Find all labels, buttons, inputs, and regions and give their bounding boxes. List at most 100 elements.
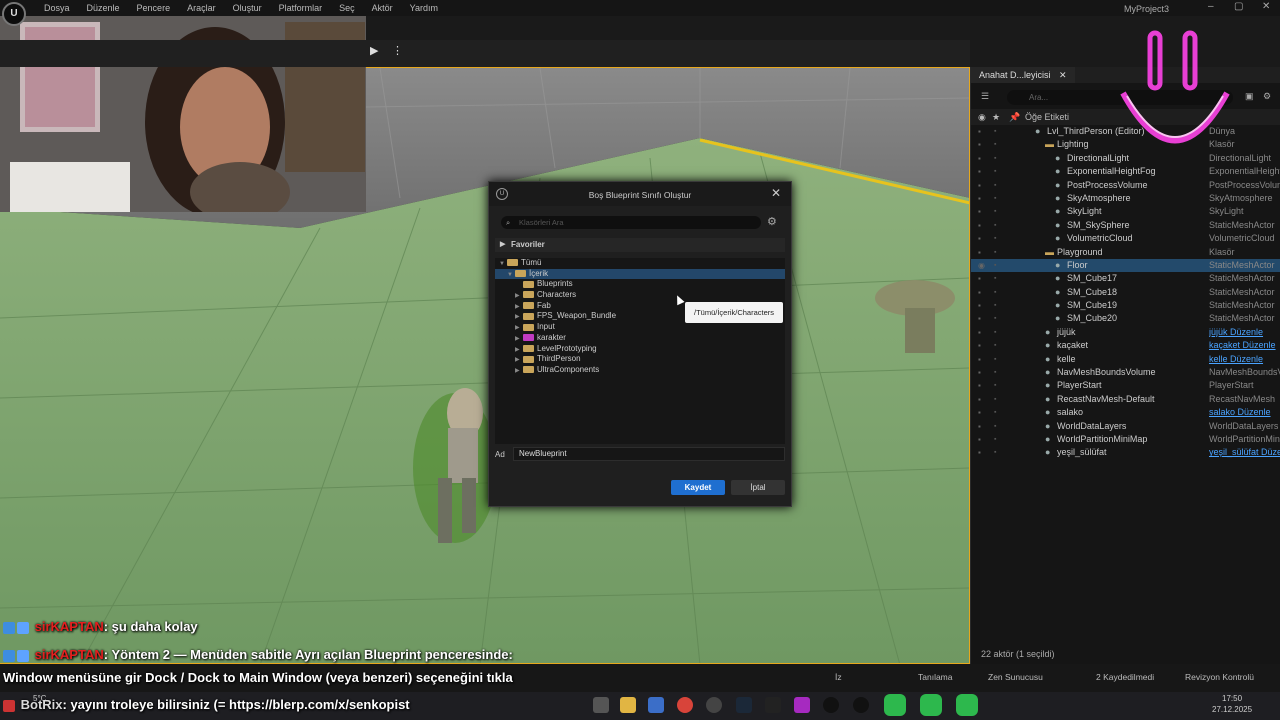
chevron-right-icon[interactable]: ▶ (515, 366, 523, 377)
folder-search-input[interactable]: ⌕ Klasörleri Ara (501, 216, 761, 229)
settings-icon[interactable]: ⚙ (1263, 91, 1271, 102)
pin-icon[interactable]: ▪ (994, 192, 996, 205)
settings-icon[interactable]: ⚙ (767, 215, 777, 228)
pin-icon[interactable]: ▪ (994, 205, 996, 218)
visibility-icon[interactable]: ▪ (978, 406, 981, 419)
outliner-row[interactable]: ▪ ▪ ● RecastNavMesh-Default RecastNavMesh (971, 393, 1280, 406)
outliner-row[interactable]: ▪ ▪ ● SM_Cube18 StaticMeshActor (971, 286, 1280, 299)
steam-icon[interactable] (736, 697, 752, 713)
zen-server-button[interactable]: Zen Sunucusu (988, 672, 1043, 682)
folder-tree-item[interactable]: ▼ Tümü (495, 258, 785, 269)
pin-icon[interactable]: ▪ (994, 125, 996, 138)
outliner-row[interactable]: ▪ ▪ ● WorldDataLayers WorldDataLayers (971, 420, 1280, 433)
unsaved-button[interactable]: 2 Kaydedilmedi (1096, 672, 1154, 682)
visibility-icon[interactable]: ◉ (978, 259, 985, 272)
outliner-tab[interactable]: Anahat D...leyicisi ✕ (971, 67, 1075, 83)
unreal-logo-icon[interactable]: U (2, 2, 26, 26)
pin-icon[interactable]: ▪ (994, 379, 996, 392)
menu-window[interactable]: Pencere (137, 3, 171, 13)
outliner-row[interactable]: ▪ ▪ ● WorldPartitionMiniMap WorldPartitionMi… (971, 433, 1280, 446)
visibility-icon[interactable]: ▪ (978, 339, 981, 352)
visibility-icon[interactable]: ▪ (978, 286, 981, 299)
name-input[interactable]: NewBlueprint (513, 447, 785, 461)
folder-tree-item[interactable]: ▶ Input (495, 322, 785, 333)
visibility-icon[interactable]: ▪ (978, 125, 981, 138)
pin-icon[interactable]: ▪ (994, 446, 996, 459)
pin-icon[interactable]: ▪ (994, 406, 996, 419)
explorer-icon[interactable] (620, 697, 636, 713)
visibility-icon[interactable]: ▪ (978, 152, 981, 165)
close-button[interactable]: ✕ (1262, 1, 1270, 12)
folder-tree-item[interactable]: ▶ ThirdPerson (495, 354, 785, 365)
outliner-row[interactable]: ▪ ▪ ● kaçaket kaçaket Düzenle (971, 339, 1280, 352)
outliner-row[interactable]: ▪ ▪ ● SkyAtmosphere SkyAtmosphere (971, 192, 1280, 205)
outliner-row[interactable]: ▪ ▪ ● SM_Cube17 StaticMeshActor (971, 272, 1280, 285)
outliner-row[interactable]: ▪ ▪ ● jüjük jüjük Düzenle (971, 326, 1280, 339)
outliner-row[interactable]: ▪ ▪ ● NavMeshBoundsVolume NavMeshBoundsVo (971, 366, 1280, 379)
outliner-row[interactable]: ▪ ▪ ● PlayerStart PlayerStart (971, 379, 1280, 392)
minimize-button[interactable]: – (1208, 1, 1214, 12)
menu-file[interactable]: Dosya (44, 3, 70, 13)
tab-close-icon[interactable]: ✕ (1059, 70, 1067, 80)
pin-icon[interactable]: ▪ (994, 272, 996, 285)
pin-icon[interactable]: 📌 (1009, 109, 1020, 125)
menu-help[interactable]: Yardım (410, 3, 438, 13)
pin-icon[interactable]: ▪ (994, 312, 996, 325)
pin-icon[interactable]: ▪ (994, 219, 996, 232)
pin-icon[interactable]: ▪ (994, 259, 996, 272)
outliner-row[interactable]: ▪ ▪ ● salako salako Düzenle (971, 406, 1280, 419)
outliner-row[interactable]: ▪ ▪ ● yeşil_sülüfat yeşil_sülüfat Düzen (971, 446, 1280, 459)
folder-tree-item[interactable]: ▶ karakter (495, 333, 785, 344)
pin-icon[interactable]: ▪ (994, 232, 996, 245)
menu-build[interactable]: Oluştur (233, 3, 262, 13)
outliner-row-type[interactable]: kaçaket Düzenle (1209, 339, 1280, 352)
pin-icon[interactable]: ▪ (994, 393, 996, 406)
visibility-icon[interactable]: ▪ (978, 138, 981, 151)
outliner-row[interactable]: ▪ ▪ ● ExponentialHeightFog ExponentialHeight (971, 165, 1280, 178)
visibility-icon[interactable]: ▪ (978, 299, 981, 312)
visibility-icon[interactable]: ▪ (978, 326, 981, 339)
outliner-row[interactable]: ▪ ▪ ● PostProcessVolume PostProcessVolum (971, 179, 1280, 192)
maximize-button[interactable]: ▢ (1234, 1, 1243, 12)
favorites-header[interactable]: ▶ Favoriler (495, 238, 785, 252)
pin-icon[interactable]: ▪ (994, 138, 996, 151)
menu-edit[interactable]: Düzenle (87, 3, 120, 13)
visibility-icon[interactable]: ▪ (978, 219, 981, 232)
pin-icon[interactable]: ▪ (994, 152, 996, 165)
pin-icon[interactable]: ▪ (994, 326, 996, 339)
chrome-icon[interactable] (677, 697, 693, 713)
app-icon[interactable] (794, 697, 810, 713)
outliner-row[interactable]: ▪ ▪ ● kelle kelle Düzenle (971, 353, 1280, 366)
dialog-titlebar[interactable]: U Boş Blueprint Sınıfı Oluştur ✕ (489, 182, 791, 206)
folder-tree-item[interactable]: ▶ UltraComponents (495, 365, 785, 376)
dialog-close-icon[interactable]: ✕ (771, 186, 781, 200)
visibility-icon[interactable]: ▪ (978, 205, 981, 218)
pin-icon[interactable]: ▪ (994, 339, 996, 352)
outliner-row[interactable]: ▪ ▪ ● SkyLight SkyLight (971, 205, 1280, 218)
diagnostics-button[interactable]: Tanılama (918, 672, 953, 682)
visibility-icon[interactable]: ▪ (978, 272, 981, 285)
store-icon[interactable] (648, 697, 664, 713)
pin-icon[interactable]: ▪ (994, 299, 996, 312)
outliner-row-type[interactable]: yeşil_sülüfat Düzen (1209, 446, 1280, 459)
outliner-row-type[interactable]: jüjük Düzenle (1209, 326, 1280, 339)
outliner-row-type[interactable]: kelle Düzenle (1209, 353, 1280, 366)
visibility-icon[interactable]: ▪ (978, 420, 981, 433)
folder-add-icon[interactable]: ▣ (1245, 91, 1254, 102)
visibility-icon[interactable]: ▪ (978, 446, 981, 459)
visibility-icon[interactable]: ▪ (978, 165, 981, 178)
epic-icon[interactable] (765, 697, 781, 713)
outliner-row-type[interactable]: salako Düzenle (1209, 406, 1280, 419)
folder-tree-item[interactable]: Blueprints (495, 279, 785, 290)
folder-tree-item[interactable]: ▼ İçerik (495, 268, 785, 280)
visibility-icon[interactable]: ▪ (978, 353, 981, 366)
star-icon[interactable]: ★ (992, 109, 1000, 125)
menu-tools[interactable]: Araçlar (187, 3, 216, 13)
menu-select[interactable]: Seç (339, 3, 355, 13)
visibility-icon[interactable]: ▪ (978, 393, 981, 406)
github-icon[interactable] (706, 697, 722, 713)
pin-icon[interactable]: ▪ (994, 420, 996, 433)
pin-icon[interactable]: ▪ (994, 165, 996, 178)
visibility-icon[interactable]: ▪ (978, 366, 981, 379)
menu-platforms[interactable]: Platformlar (279, 3, 323, 13)
